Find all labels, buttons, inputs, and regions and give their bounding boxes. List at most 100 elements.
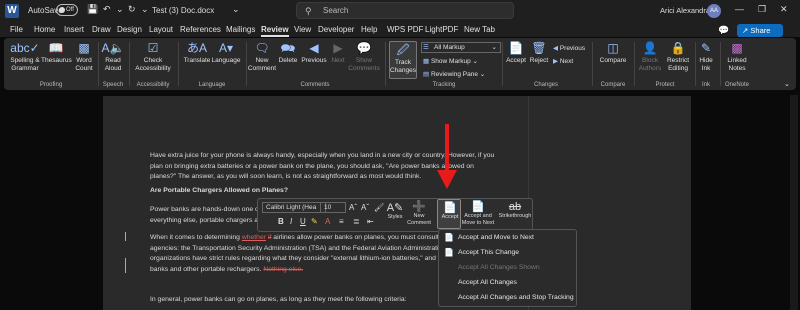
hide-ink-button[interactable]: ✎ Hide Ink — [696, 42, 716, 72]
group-comments-label: Comments — [300, 82, 330, 88]
next-change-button[interactable]: ▶ Next — [553, 57, 573, 65]
search-box[interactable]: ⚲ Search — [296, 2, 514, 19]
thesaurus-button[interactable]: 📖 Thesaurus — [41, 42, 72, 65]
menu-item-accept-move-next[interactable]: Accept and Move to Next — [458, 234, 534, 241]
markup-view-select[interactable]: All Markup ⌄ — [421, 42, 501, 53]
search-icon: ⚲ — [305, 6, 312, 16]
indent-icon[interactable]: ⇤ — [367, 217, 374, 226]
highlight-icon[interactable]: ✎ — [311, 217, 318, 226]
tab-mailings[interactable]: Mailings — [226, 25, 255, 34]
delete-comment-button[interactable]: 🗪 Delete — [276, 42, 300, 65]
word-count-label: Word Count — [75, 57, 93, 72]
word-count-button[interactable]: ▩ Word Count — [72, 42, 96, 72]
redo-icon[interactable]: ↻ — [128, 4, 136, 15]
menu-item-accept-all-shown[interactable]: Accept All Changes Shown — [458, 264, 540, 271]
tab-design[interactable]: Design — [117, 25, 142, 34]
comments-icon[interactable]: 💬 — [718, 25, 729, 36]
bold-icon[interactable]: B — [278, 217, 284, 226]
save-icon[interactable]: 💾 — [87, 4, 98, 15]
tab-references[interactable]: References — [180, 25, 221, 34]
tracked-insertion[interactable]: whether — [242, 234, 266, 241]
block-authors-button[interactable]: 👤 Block Authors — [637, 42, 663, 72]
previous-change-button[interactable]: ◀ Previous — [553, 44, 585, 52]
translate-button[interactable]: あA Translate — [181, 42, 213, 65]
show-markup-button[interactable]: ▦ Show Markup ⌄ — [423, 57, 478, 65]
undo-icon[interactable]: ↶ — [103, 4, 111, 15]
new-comment-button[interactable]: 🗨 New Comment — [247, 42, 277, 72]
mini-accept-button[interactable]: 📄 Accept — [437, 199, 461, 229]
language-button[interactable]: A▾ Language — [210, 42, 242, 65]
accept-icon: 📄 — [443, 202, 457, 214]
autosave-toggle[interactable]: Off — [56, 4, 78, 16]
group-tracking-label: Tracking — [432, 82, 456, 88]
accept-and-move-button[interactable]: 📄 Accept and Move to Next — [461, 201, 495, 226]
compare-button[interactable]: ◫ Compare — [595, 42, 631, 65]
styles-button[interactable]: A✎ Styles — [386, 202, 404, 221]
tab-layout[interactable]: Layout — [149, 25, 173, 34]
bullets-icon[interactable]: ≡ — [339, 217, 344, 226]
mini-new-comment-button[interactable]: ➕ New Comment — [407, 201, 431, 226]
tab-developer[interactable]: Developer — [318, 25, 354, 34]
reject-button[interactable]: 🗑 Reject — [526, 42, 552, 65]
previous-comment-button[interactable]: ◀ Previous — [300, 42, 328, 65]
check-accessibility-label: Check Accessibility — [135, 57, 171, 72]
share-button[interactable]: ↗ Share — [737, 24, 783, 37]
strikethrough-button[interactable]: ab Strikethrough — [497, 201, 533, 220]
user-name[interactable]: Arici Alexandra — [660, 6, 710, 15]
restrict-editing-button[interactable]: 🔒 Restrict Editing — [663, 42, 693, 72]
close-icon[interactable]: ✕ — [780, 4, 788, 15]
share-label: Share — [750, 26, 771, 35]
paragraph-line: Power banks are hands-down one of t — [150, 206, 265, 213]
tab-new-tab[interactable]: New Tab — [464, 25, 495, 34]
group-compare-label: Compare — [600, 82, 626, 88]
check-accessibility-button[interactable]: ☑ Check Accessibility — [131, 42, 175, 72]
annotation-arrow-head — [437, 170, 457, 189]
next-comment-button[interactable]: ▶ Next — [328, 42, 348, 65]
title-dropdown-icon[interactable]: ⌄ — [232, 4, 240, 15]
tab-file[interactable]: File — [10, 25, 23, 34]
font-color-icon[interactable]: A — [325, 217, 330, 226]
tab-view[interactable]: View — [294, 25, 311, 34]
tab-help[interactable]: Help — [361, 25, 377, 34]
tab-draw[interactable]: Draw — [92, 25, 111, 34]
menu-item-accept-this-change[interactable]: Accept This Change — [458, 249, 519, 256]
format-painter-icon[interactable]: 🖌 — [374, 203, 384, 212]
ribbon-separator — [592, 42, 593, 86]
numbering-icon[interactable]: ≣ — [353, 217, 360, 226]
vertical-scrollbar[interactable] — [790, 95, 798, 310]
spelling-grammar-button[interactable]: abc✓ Spelling & Grammar — [8, 42, 42, 72]
next-change-icon: ▶ — [553, 58, 558, 65]
tab-review[interactable]: Review — [261, 25, 289, 37]
menu-item-accept-all[interactable]: Accept All Changes — [458, 279, 517, 286]
italic-icon[interactable]: I — [290, 217, 292, 226]
minimize-icon[interactable]: — — [735, 4, 744, 14]
word-app-icon: W — [5, 4, 19, 18]
read-aloud-button[interactable]: A🔈 Read Aloud — [101, 42, 125, 72]
font-size-box[interactable]: 10 — [320, 202, 346, 213]
customize-qat-icon[interactable]: ⌄ — [141, 4, 149, 15]
tab-lightpdf[interactable]: LightPDF — [425, 25, 458, 34]
group-speech-label: Speech — [102, 82, 124, 88]
linked-notes-button[interactable]: ▩ Linked Notes — [723, 42, 751, 72]
restore-icon[interactable]: ❐ — [758, 4, 766, 15]
underline-icon[interactable]: U — [300, 217, 306, 226]
group-language-label: Language — [198, 82, 226, 88]
tracked-deletion[interactable]: Nothing else. — [263, 266, 303, 273]
lock-icon: 🔒 — [670, 41, 686, 55]
tab-insert[interactable]: Insert — [64, 25, 84, 34]
accept-change-icon: 📄 — [444, 248, 454, 257]
collapse-ribbon-icon[interactable]: ⌄ — [784, 80, 790, 88]
font-name-box[interactable]: Calibri Light (Hea — [262, 202, 326, 213]
show-comments-button[interactable]: 💬 Show Comments — [348, 42, 380, 72]
text-run: banks and other portable rechargers. — [150, 265, 264, 273]
tab-home[interactable]: Home — [34, 25, 55, 34]
undo-dropdown-icon[interactable]: ⌄ — [116, 4, 124, 15]
menu-item-accept-all-stop-tracking[interactable]: Accept All Changes and Stop Tracking — [458, 294, 574, 301]
shrink-font-icon[interactable]: Aˇ — [361, 203, 369, 212]
grow-font-icon[interactable]: Aˆ — [349, 203, 357, 212]
reviewing-pane-button[interactable]: ▤ Reviewing Pane ⌄ — [423, 70, 485, 78]
avatar[interactable]: AA — [707, 4, 721, 18]
language-label: Language — [211, 57, 241, 64]
track-changes-label: Track Changes — [389, 59, 417, 74]
tab-wps-pdf[interactable]: WPS PDF — [387, 25, 423, 34]
